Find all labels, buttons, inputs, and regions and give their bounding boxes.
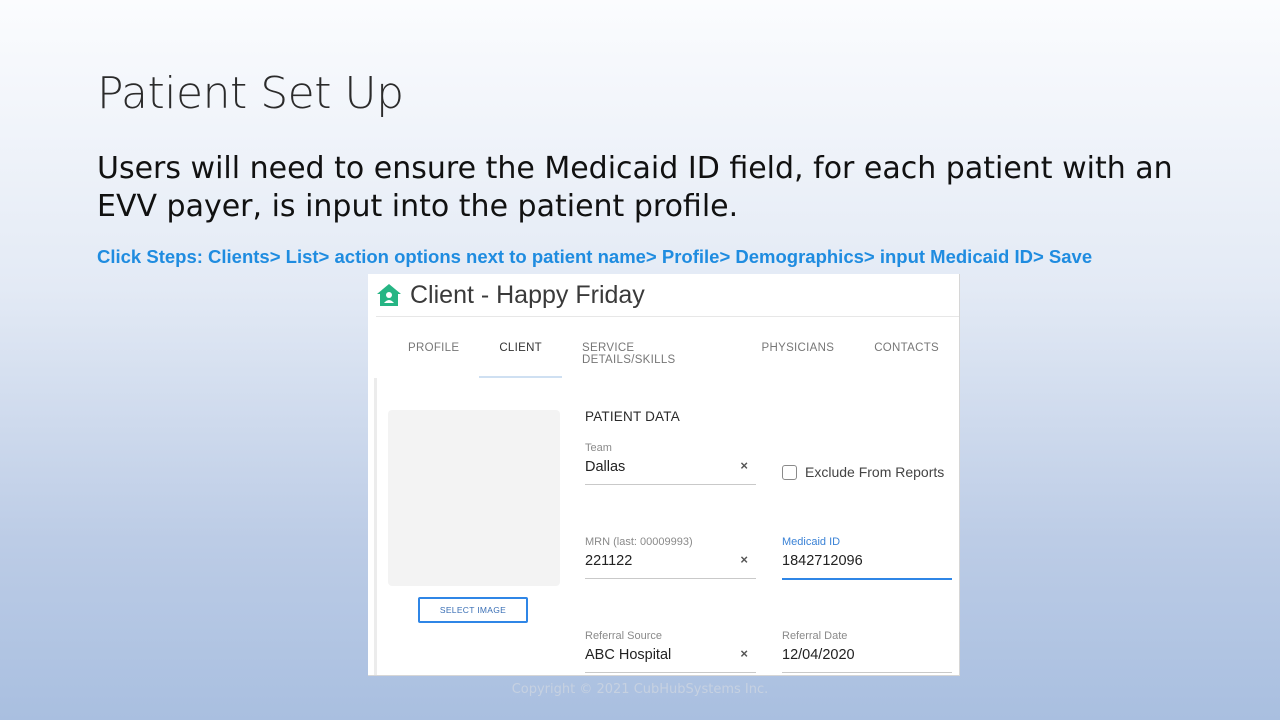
team-value: Dallas bbox=[585, 459, 626, 475]
tab-service-details-skills[interactable]: SERVICE DETAILS/SKILLS bbox=[562, 334, 742, 378]
referral-source-clear-icon[interactable]: × bbox=[740, 646, 748, 661]
tab-profile[interactable]: PROFILE bbox=[388, 334, 479, 378]
client-title: Client - Happy Friday bbox=[410, 280, 645, 309]
team-field[interactable]: Team Dallas × bbox=[585, 442, 756, 485]
referral-source-label: Referral Source bbox=[585, 630, 663, 642]
tab-physicians[interactable]: PHYSICIANS bbox=[742, 334, 855, 378]
referral-date-value: 12/04/2020 bbox=[782, 647, 855, 663]
team-label: Team bbox=[585, 442, 612, 454]
patient-image-placeholder bbox=[388, 410, 560, 586]
medicaid-id-label: Medicaid ID bbox=[782, 536, 841, 548]
slide-title: Patient Set Up bbox=[97, 68, 404, 119]
tab-client[interactable]: CLIENT bbox=[479, 334, 562, 378]
referral-date-label: Referral Date bbox=[782, 630, 848, 642]
copyright-footer: Copyright © 2021 CubHubSystems Inc. bbox=[511, 682, 769, 697]
mrn-field[interactable]: MRN (last: 00009993) 221122 × bbox=[585, 536, 756, 579]
mrn-clear-icon[interactable]: × bbox=[740, 552, 748, 567]
patient-data-heading: PATIENT DATA bbox=[585, 409, 680, 424]
tab-bar: PROFILE CLIENT SERVICE DETAILS/SKILLS PH… bbox=[388, 334, 959, 378]
client-header: Client - Happy Friday bbox=[376, 278, 645, 312]
referral-source-underline bbox=[585, 672, 756, 673]
select-image-button[interactable]: SELECT IMAGE bbox=[418, 597, 528, 623]
home-icon bbox=[377, 284, 401, 306]
team-underline bbox=[585, 484, 756, 485]
referral-source-value: ABC Hospital bbox=[585, 647, 672, 663]
client-screenshot: Client - Happy Friday PROFILE CLIENT SER… bbox=[368, 274, 960, 676]
referral-date-underline bbox=[782, 672, 952, 673]
mrn-value: 221122 bbox=[585, 553, 633, 569]
referral-date-field[interactable]: Referral Date 12/04/2020 bbox=[782, 630, 952, 673]
header-divider bbox=[376, 316, 959, 317]
referral-source-field[interactable]: Referral Source ABC Hospital × bbox=[585, 630, 756, 673]
exclude-from-reports-row[interactable]: Exclude From Reports bbox=[782, 464, 944, 480]
exclude-from-reports-label: Exclude From Reports bbox=[805, 464, 945, 480]
click-steps-text: Click Steps: Clients> List> action optio… bbox=[97, 246, 1093, 267]
content-panel-edge bbox=[374, 378, 377, 675]
mrn-underline bbox=[585, 578, 756, 579]
medicaid-id-value: 1842712096 bbox=[782, 553, 863, 569]
team-clear-icon[interactable]: × bbox=[740, 458, 748, 473]
medicaid-id-underline bbox=[782, 578, 952, 580]
exclude-from-reports-checkbox[interactable] bbox=[782, 464, 797, 480]
mrn-label: MRN (last: 00009993) bbox=[585, 536, 693, 548]
tab-contacts[interactable]: CONTACTS bbox=[854, 334, 959, 378]
slide-body-text: Users will need to ensure the Medicaid I… bbox=[97, 151, 1173, 224]
medicaid-id-field[interactable]: Medicaid ID 1842712096 bbox=[782, 536, 952, 580]
